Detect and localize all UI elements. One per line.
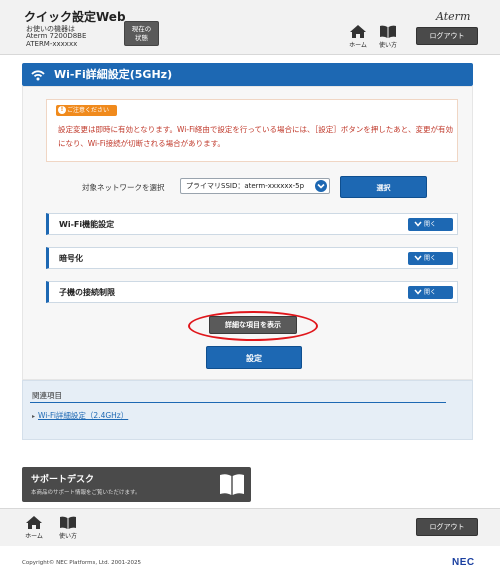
- open-button[interactable]: 開く: [408, 218, 453, 231]
- help-nav-button[interactable]: 使い方: [55, 516, 81, 540]
- accordion-encryption[interactable]: 暗号化 開く: [46, 247, 458, 269]
- home-nav-button[interactable]: ホーム: [21, 516, 47, 540]
- show-details-button[interactable]: 詳細な項目を表示: [209, 316, 297, 334]
- open-button[interactable]: 開く: [408, 252, 453, 265]
- top-header: クイック設定Web お使いの機器は Aterm 7200D8BE ATERM-x…: [0, 0, 500, 55]
- open-button-label: 開く: [424, 255, 437, 262]
- chevron-down-icon: [414, 286, 424, 299]
- open-button-label: 開く: [424, 289, 437, 296]
- section-title: Wi-Fi詳細設定(5GHz): [54, 68, 173, 81]
- device-model: Aterm 7200D8BE: [26, 32, 87, 40]
- related-link-wifi-24ghz[interactable]: ▸ Wi-Fi詳細設定（2.4GHz）: [32, 410, 128, 421]
- triangle-right-icon: ▸: [32, 413, 36, 420]
- home-icon: [350, 25, 366, 38]
- status-button-line1: 現在の: [131, 25, 152, 33]
- app-title: クイック設定Web: [24, 10, 126, 24]
- help-label: 使い方: [58, 533, 77, 540]
- section-title-bar: Wi-Fi詳細設定(5GHz): [22, 63, 473, 86]
- open-button[interactable]: 開く: [408, 286, 453, 299]
- logout-button[interactable]: ログアウト: [416, 27, 478, 45]
- apply-settings-button[interactable]: 設定: [206, 346, 302, 369]
- accordion-title: 暗号化: [59, 254, 83, 263]
- select-network-button[interactable]: 選択: [340, 176, 427, 198]
- book-icon: [220, 474, 244, 495]
- help-nav-button[interactable]: 使い方: [375, 25, 401, 49]
- status-button-line2: 状態: [135, 34, 148, 42]
- notice-badge-label: ご注意ください: [67, 107, 110, 114]
- help-label: 使い方: [378, 42, 397, 49]
- open-button-label: 開く: [424, 221, 437, 228]
- book-icon: [380, 25, 396, 38]
- home-label: ホーム: [25, 533, 43, 540]
- home-nav-button[interactable]: ホーム: [345, 25, 371, 49]
- device-ssid: ATERM-xxxxxx: [26, 40, 78, 48]
- support-description: 本商品のサポート情報をご覧いただけます。: [31, 490, 141, 496]
- aterm-logo: Aterm: [436, 10, 471, 23]
- accordion-wifi-function[interactable]: Wi-Fi機能設定 開く: [46, 213, 458, 235]
- related-divider: [30, 402, 446, 403]
- notice-badge: ! ご注意ください: [56, 105, 117, 116]
- logout-button[interactable]: ログアウト: [416, 518, 478, 536]
- current-status-button[interactable]: 現在の 状態: [124, 21, 159, 46]
- support-desk-banner[interactable]: サポートデスク 本商品のサポート情報をご覧いただけます。: [22, 467, 251, 502]
- chevron-down-icon: [414, 252, 424, 265]
- copyright-text: Copyright© NEC Platforms, Ltd. 2001-2025: [22, 560, 142, 566]
- chevron-down-icon: [315, 180, 327, 192]
- related-link-label: Wi-Fi詳細設定（2.4GHz）: [38, 411, 129, 420]
- nec-logo: NEC: [452, 557, 475, 568]
- notice-box: ! ご注意ください 設定変更は即時に有効となります。Wi-Fi経由で設定を行って…: [46, 99, 458, 162]
- warning-icon: !: [58, 106, 66, 114]
- accordion-title: Wi-Fi機能設定: [59, 220, 115, 229]
- chevron-down-icon: [414, 218, 424, 231]
- support-title: サポートデスク: [31, 475, 95, 485]
- footer-bar: ホーム 使い方 ログアウト: [0, 508, 500, 546]
- network-select[interactable]: プライマリSSID：aterm-xxxxxx-5p: [180, 178, 330, 194]
- related-title: 関連項目: [32, 391, 62, 400]
- home-icon: [26, 516, 42, 529]
- wifi-icon: [31, 70, 45, 81]
- book-icon: [60, 516, 76, 529]
- network-select-value: プライマリSSID：aterm-xxxxxx-5p: [186, 182, 305, 190]
- notice-text: 設定変更は即時に有効となります。Wi-Fi経由で設定を行っている場合には、［設定…: [58, 125, 453, 148]
- home-label: ホーム: [349, 42, 367, 49]
- accordion-connection-limit[interactable]: 子機の接続制限 開く: [46, 281, 458, 303]
- network-select-label: 対象ネットワークを選択: [82, 183, 165, 192]
- accordion-title: 子機の接続制限: [59, 288, 115, 297]
